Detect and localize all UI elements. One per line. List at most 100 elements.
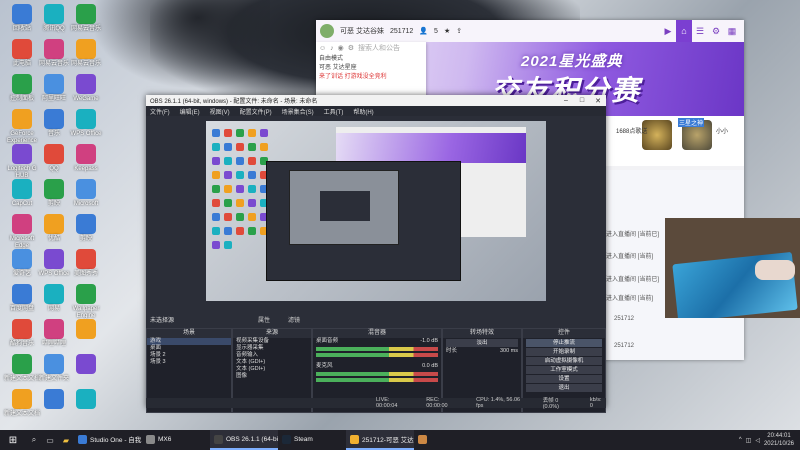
desktop-icon[interactable]: Microsoft [66,179,106,208]
scenes-item[interactable]: 场景 3 [147,359,231,366]
desktop-icon[interactable]: WeGame [66,74,106,103]
volume-icon[interactable]: ◁ [755,437,760,444]
sources-item[interactable]: 视频采集设备 [233,338,311,345]
app-icon [350,434,359,444]
taskbar-app[interactable]: OBS 26.1.1 (64-bi... [210,430,278,450]
scenes-item[interactable]: 桌面 [147,345,231,352]
chat-user[interactable]: 251712 [614,316,634,322]
scenes-item[interactable]: 场景 2 [147,352,231,359]
controls-item[interactable]: 工作室模式 [526,366,602,374]
desktop-icon[interactable] [66,354,106,376]
close-icon[interactable]: ✕ [590,97,606,105]
desktop-icon-label: Wallpaper Engine [72,306,100,319]
desktop-icon[interactable] [66,319,106,341]
app-icon [76,144,96,164]
time: 20:44:01 [767,433,791,439]
search-icon[interactable]: ⌕ [26,430,42,450]
app-icon [12,109,32,129]
bitrate: kb/s: 0 [589,397,602,409]
app-icon [12,4,32,24]
mixer-meter [316,378,438,382]
location-icon[interactable]: ◉ [338,44,344,53]
panel-title: 自由模式 [319,56,344,62]
desktop-icon[interactable]: Keepass [66,144,106,173]
search-input[interactable]: 搜索人和公告 [358,44,400,53]
home-icon[interactable]: ⌂ [676,20,692,42]
app-icon [12,284,32,304]
app-icon [44,109,64,129]
settings-icon[interactable]: ⚙ [348,44,354,53]
controls-item[interactable]: 开始录制 [526,348,602,356]
start-button[interactable]: ⊞ [0,430,26,450]
taskbar-app-label: Steam [294,435,313,443]
taskbar-app[interactable]: Steam [278,430,346,450]
game-icon[interactable]: ⚙ [708,20,724,42]
obs-window[interactable]: OBS 26.1.1 (64-bit, windows) - 配置文件: 未命名… [146,95,606,413]
sources-item[interactable]: 音频输入 [233,352,311,359]
bell-icon[interactable]: ♪ [330,44,334,53]
user-icon[interactable]: ☺ [319,44,326,53]
properties-button[interactable]: 属性 [258,315,270,324]
filters-button[interactable]: 滤镜 [288,315,300,324]
taskbar-app[interactable]: Studio One - 自我... [74,430,142,450]
taskbar-app[interactable]: 251712-可恶 艾达... [346,430,414,450]
sources-item[interactable]: 文本 (GDI+) [233,366,311,373]
sources-item[interactable]: 显示器采集 [233,345,311,352]
chat-user[interactable]: 251712 [614,343,634,349]
taskbar-app[interactable]: MX6 [142,430,210,450]
menu-item[interactable]: 视图(V) [210,107,230,116]
controls-item[interactable]: 退出 [526,384,602,392]
app-icon [76,284,96,304]
fans-icon: 👤 [419,28,429,35]
share-icon[interactable]: ⇪ [456,27,462,35]
gift-icon[interactable] [642,120,672,150]
video-icon[interactable]: ▶ [660,20,676,42]
desktop-icon[interactable]: 美图秀秀 [66,249,106,278]
minimize-icon[interactable]: – [558,97,574,105]
maximize-icon[interactable]: □ [574,97,590,105]
huya-nav: ▶ ⌂ ☰ ⚙ ▦ [660,20,740,42]
taskbar-app[interactable] [414,430,482,450]
obs-preview[interactable] [206,121,546,301]
avatar[interactable] [320,24,334,38]
app-icon [12,249,32,269]
menu-item[interactable]: 编辑(E) [180,107,200,116]
app-icon [44,39,64,59]
menu-item[interactable]: 帮助(H) [353,107,373,116]
file-explorer-icon[interactable]: ▰ [58,430,74,450]
controls-item[interactable]: 启动虚拟摄像机 [526,357,602,365]
chevron-up-icon[interactable]: ^ [739,437,742,443]
sources-item[interactable]: 文本 (GDI+) [233,359,311,366]
taskbar-app-label: OBS 26.1.1 (64-bi... [226,435,278,443]
desktop-icon[interactable]: 网易云音乐 [66,4,106,33]
panel-line2: 来了训话 打游戏没全竞利 [319,74,387,80]
app-icon [282,434,291,444]
transition-select[interactable]: 淡出 [446,339,518,347]
date: 2021/10/26 [763,441,794,447]
star-icon[interactable]: ★ [444,27,450,35]
app-icon [214,434,223,444]
task-view-icon[interactable]: ▭ [42,430,58,450]
menu-item[interactable]: 文件(F) [150,107,170,116]
desktop-icon[interactable]: 网易云音乐 [66,39,106,68]
app-icon [44,144,64,164]
controls-item[interactable]: 设置 [526,375,602,383]
panel-icons: ☺ ♪ ◉ ⚙ 搜索人和公告 [319,44,423,53]
list-icon[interactable]: ☰ [692,20,708,42]
desktop-icon[interactable]: 剪映 [66,214,106,243]
menu-item[interactable]: 配置文件(P) [240,107,272,116]
desktop-icon[interactable]: WPS Office [66,109,106,138]
network-icon[interactable]: ◫ [746,437,752,444]
menu-item[interactable]: 场景集合(S) [282,107,314,116]
app-icon [76,109,96,129]
clock[interactable]: 20:44:01 2021/10/26 [764,432,794,448]
desktop-icon[interactable]: Wallpaper Engine [66,284,106,320]
scenes-item[interactable]: 游戏 [147,338,231,345]
grid-icon[interactable]: ▦ [724,20,740,42]
desktop-icon[interactable] [66,389,106,411]
controls-item[interactable]: 停止推流 [526,339,602,347]
chat-line: 进入直播间 [当前] [606,254,654,260]
menu-item[interactable]: 工具(T) [324,107,344,116]
sources-item[interactable]: 图像 [233,373,311,380]
webcam-overlay [665,218,800,318]
